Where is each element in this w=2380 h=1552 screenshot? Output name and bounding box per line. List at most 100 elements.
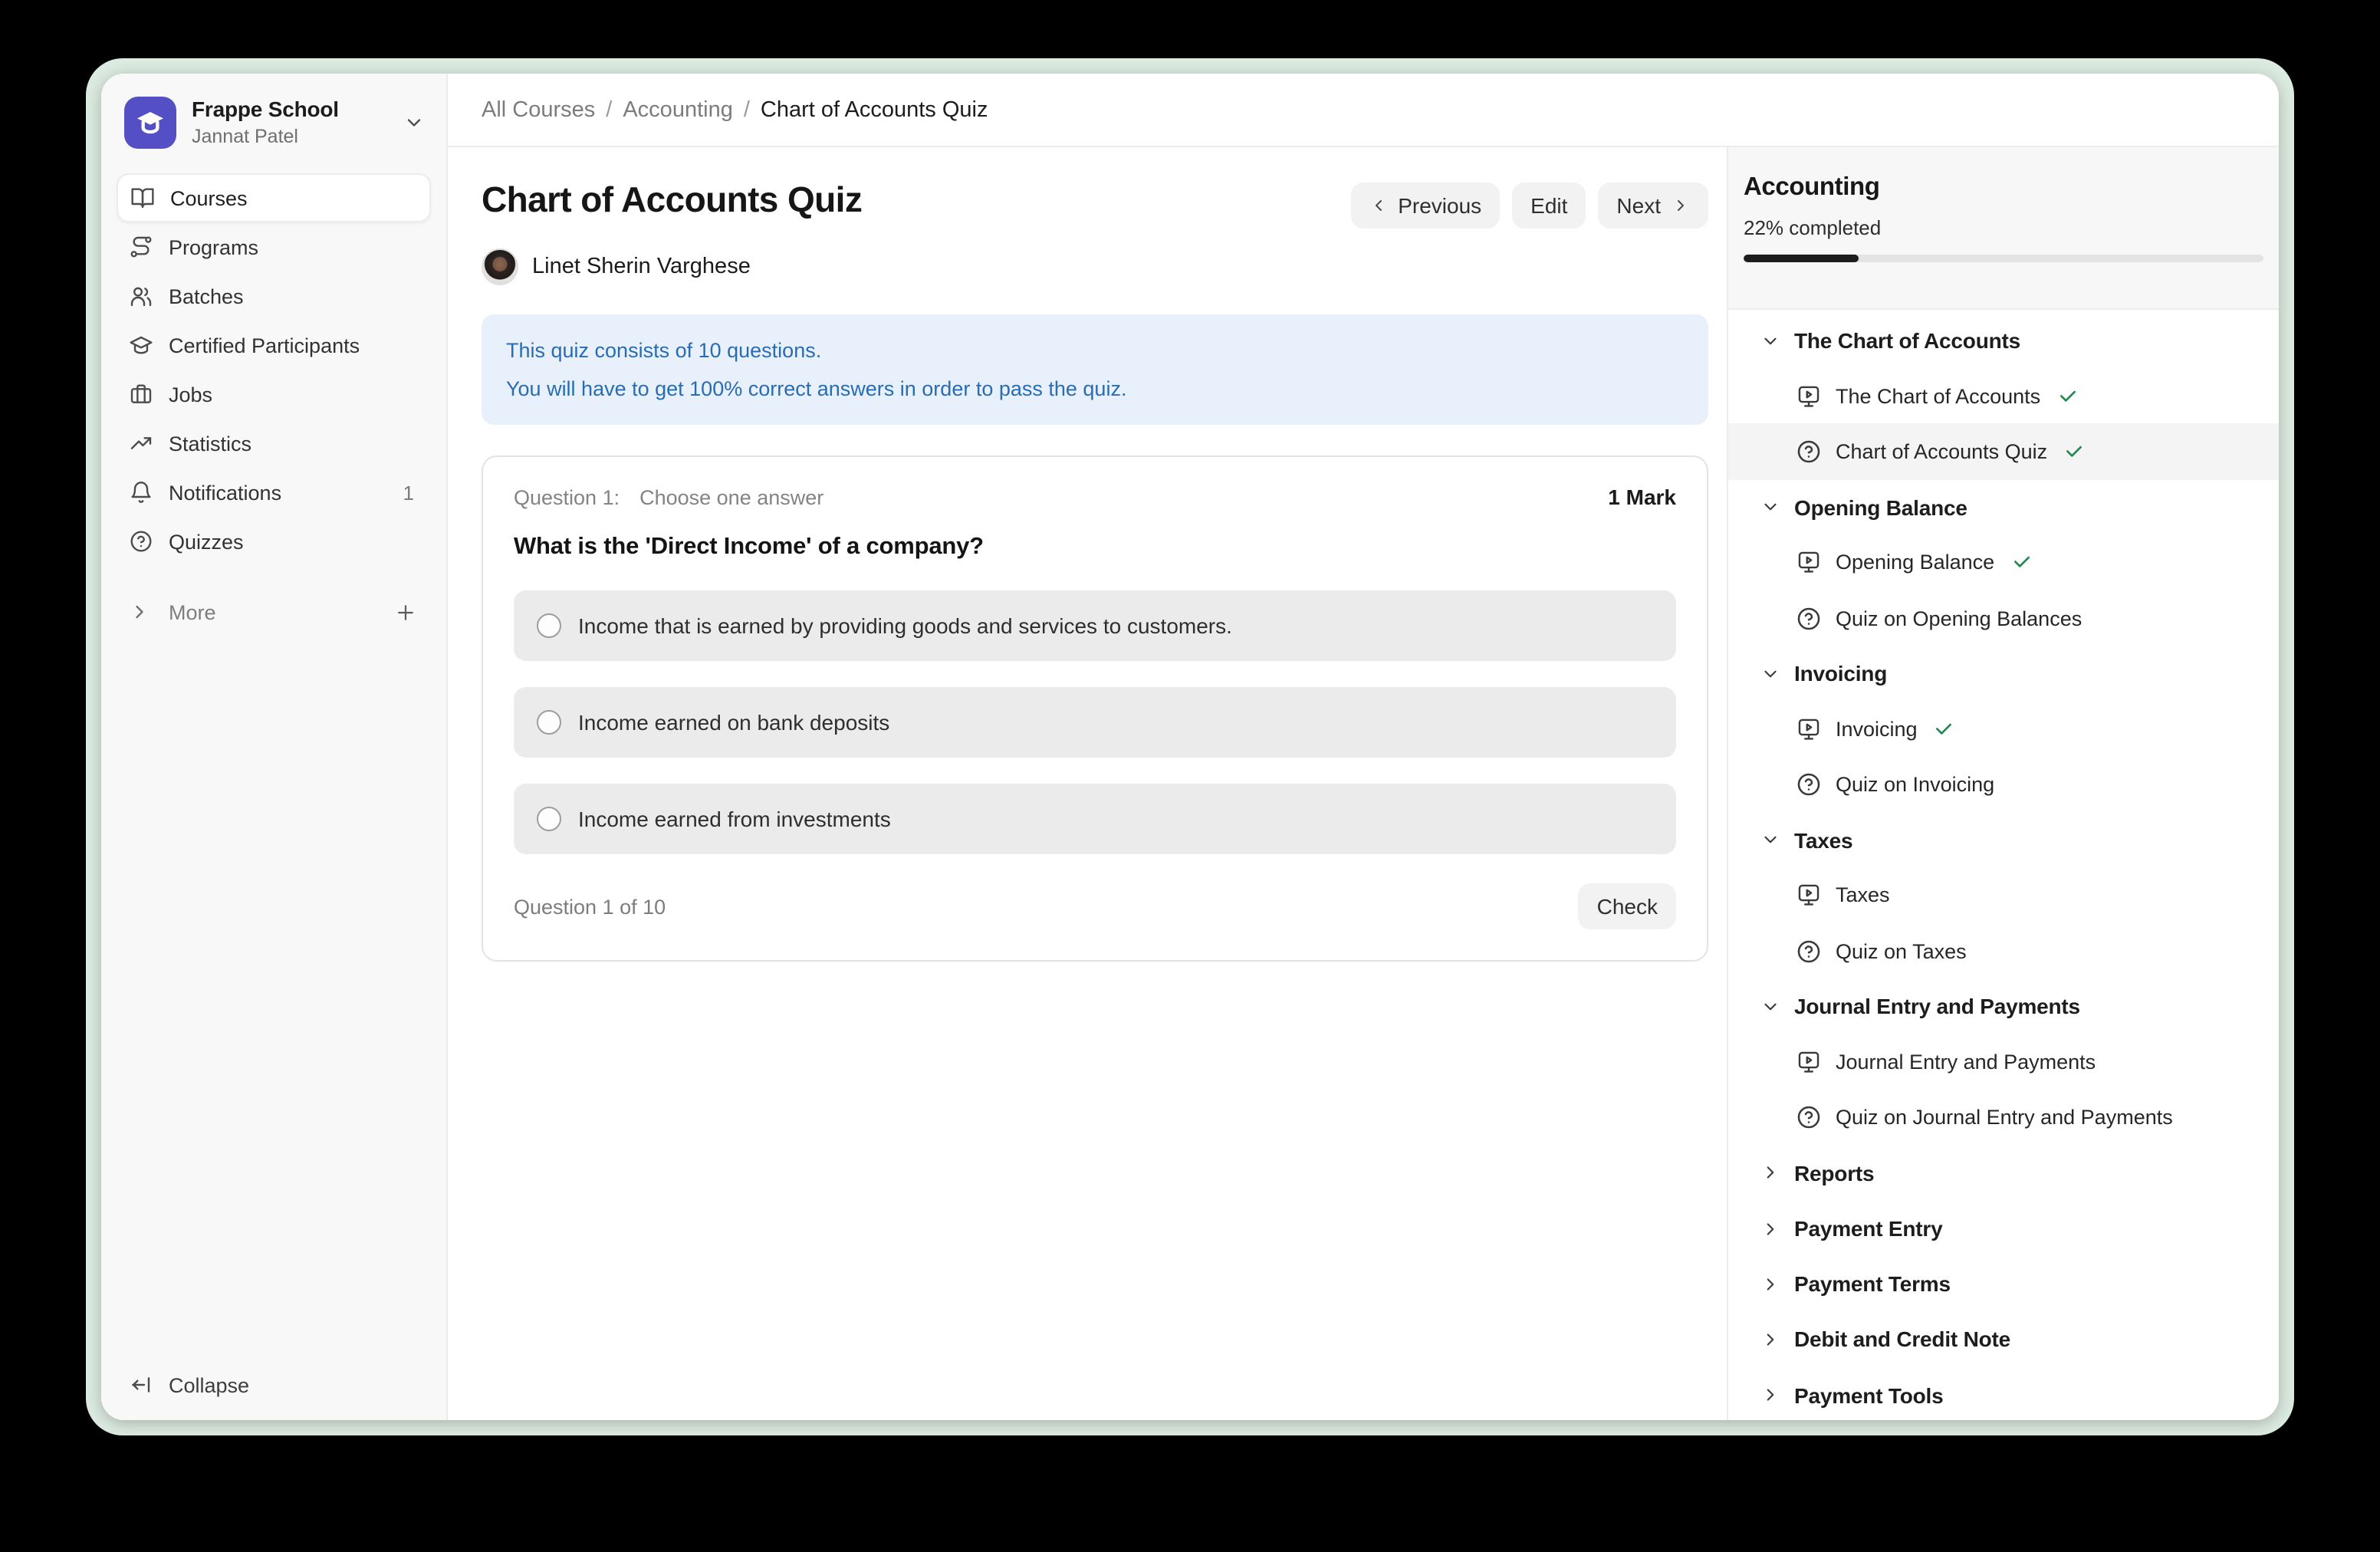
sidebar-item-quizzes[interactable]: Quizzes bbox=[117, 517, 431, 566]
help-circle-icon bbox=[1796, 938, 1822, 964]
collapse-label: Collapse bbox=[169, 1373, 249, 1396]
course-outline-list: The Chart of Accounts The Chart of Accou… bbox=[1728, 310, 2279, 1420]
outline-section-payment-terms[interactable]: Payment Terms bbox=[1728, 1256, 2279, 1311]
section-title: The Chart of Accounts bbox=[1794, 328, 2020, 353]
chevron-down-icon bbox=[1760, 997, 1780, 1017]
outline-item-quiz[interactable]: Quiz on Opening Balances bbox=[1728, 590, 2279, 646]
course-progress-bar bbox=[1744, 255, 2263, 262]
chevron-down-icon bbox=[1760, 830, 1780, 850]
chevron-right-icon bbox=[129, 601, 153, 623]
sidebar-item-label: Certified Participants bbox=[169, 334, 360, 357]
sidebar-item-certified-participants[interactable]: Certified Participants bbox=[117, 321, 431, 370]
item-label: Quiz on Taxes bbox=[1836, 939, 1967, 962]
radio-button[interactable] bbox=[537, 710, 561, 735]
notice-line: You will have to get 100% correct answer… bbox=[506, 370, 1684, 408]
sidebar-item-programs[interactable]: Programs bbox=[117, 222, 431, 271]
section-title: Journal Entry and Payments bbox=[1794, 995, 2080, 1019]
monitor-play-icon bbox=[1796, 1049, 1822, 1075]
users-icon bbox=[129, 284, 153, 308]
add-button[interactable] bbox=[394, 600, 419, 623]
next-button[interactable]: Next bbox=[1598, 182, 1708, 229]
chevron-right-icon bbox=[1760, 1385, 1780, 1405]
left-sidebar: Frappe School Jannat Patel Courses Progr bbox=[101, 74, 448, 1420]
sidebar-item-statistics[interactable]: Statistics bbox=[117, 419, 431, 468]
route-icon bbox=[129, 235, 153, 259]
item-label: Invoicing bbox=[1836, 718, 1918, 741]
item-label: Opening Balance bbox=[1836, 551, 1994, 574]
radio-button[interactable] bbox=[537, 807, 561, 831]
chevron-right-icon bbox=[1760, 1274, 1780, 1294]
header-actions: Previous Edit Next bbox=[1350, 182, 1708, 229]
radio-button[interactable] bbox=[537, 613, 561, 638]
outline-section-journal-entry[interactable]: Journal Entry and Payments bbox=[1728, 979, 2279, 1034]
check-button[interactable]: Check bbox=[1579, 883, 1676, 929]
collapse-sidebar-button[interactable]: Collapse bbox=[101, 1357, 446, 1420]
sidebar-item-label: Notifications bbox=[169, 481, 281, 504]
sidebar-more-label: More bbox=[169, 600, 216, 623]
graduation-cap-icon bbox=[129, 333, 153, 357]
answer-option-3[interactable]: Income earned from investments bbox=[514, 784, 1676, 854]
outline-section-reports[interactable]: Reports bbox=[1728, 1146, 2279, 1201]
sidebar-item-courses[interactable]: Courses bbox=[117, 173, 431, 222]
book-open-icon bbox=[130, 186, 155, 210]
answer-option-1[interactable]: Income that is earned by providing goods… bbox=[514, 590, 1676, 661]
outline-item-lesson[interactable]: Opening Balance bbox=[1728, 535, 2279, 590]
question-text: What is the 'Direct Income' of a company… bbox=[514, 534, 1676, 561]
outline-section-payment-tools[interactable]: Payment Tools bbox=[1728, 1367, 2279, 1420]
edit-button[interactable]: Edit bbox=[1512, 182, 1586, 229]
section-title: Debit and Credit Note bbox=[1794, 1327, 2010, 1352]
window-frame: Frappe School Jannat Patel Courses Progr bbox=[86, 58, 2294, 1435]
outline-item-quiz-active[interactable]: Chart of Accounts Quiz bbox=[1728, 424, 2279, 479]
sidebar-item-label: Jobs bbox=[169, 383, 212, 406]
notice-line: This quiz consists of 10 questions. bbox=[506, 331, 1684, 370]
section-title: Payment Entry bbox=[1794, 1216, 1942, 1241]
breadcrumb-all-courses[interactable]: All Courses bbox=[482, 97, 595, 122]
quiz-notice: This quiz consists of 10 questions. You … bbox=[482, 314, 1708, 425]
main-column: All Courses / Accounting / Chart of Acco… bbox=[448, 74, 2279, 1420]
outline-item-lesson[interactable]: Taxes bbox=[1728, 868, 2279, 923]
completed-check-icon bbox=[2064, 442, 2084, 462]
sidebar-item-jobs[interactable]: Jobs bbox=[117, 370, 431, 419]
breadcrumb-accounting[interactable]: Accounting bbox=[623, 97, 733, 122]
sidebar-item-notifications[interactable]: Notifications 1 bbox=[117, 468, 431, 517]
sidebar-nav: Courses Programs Batches Certified Parti… bbox=[101, 170, 446, 636]
course-progress-fill bbox=[1744, 255, 1858, 262]
section-title: Payment Tools bbox=[1794, 1383, 1944, 1407]
sidebar-item-more[interactable]: More bbox=[117, 587, 431, 636]
monitor-play-icon bbox=[1796, 383, 1822, 409]
outline-section-payment-entry[interactable]: Payment Entry bbox=[1728, 1201, 2279, 1256]
outline-section-opening-balance[interactable]: Opening Balance bbox=[1728, 479, 2279, 534]
workspace-switcher[interactable]: Frappe School Jannat Patel bbox=[101, 74, 446, 170]
breadcrumb-separator: / bbox=[744, 97, 750, 122]
chevron-down-icon bbox=[1760, 663, 1780, 683]
chevron-right-icon bbox=[1760, 1163, 1780, 1183]
outline-item-quiz[interactable]: Quiz on Invoicing bbox=[1728, 757, 2279, 812]
option-label: Income that is earned by providing goods… bbox=[578, 613, 1232, 638]
answer-options: Income that is earned by providing goods… bbox=[514, 590, 1676, 854]
outline-section-chart-of-accounts[interactable]: The Chart of Accounts bbox=[1728, 313, 2279, 368]
previous-label: Previous bbox=[1398, 193, 1481, 218]
chevron-right-icon bbox=[1672, 196, 1690, 215]
answer-option-2[interactable]: Income earned on bank deposits bbox=[514, 687, 1676, 758]
item-label: Chart of Accounts Quiz bbox=[1836, 440, 2047, 463]
outline-section-invoicing[interactable]: Invoicing bbox=[1728, 646, 2279, 701]
outline-item-quiz[interactable]: Quiz on Journal Entry and Payments bbox=[1728, 1090, 2279, 1145]
sidebar-item-batches[interactable]: Batches bbox=[117, 271, 431, 321]
outline-item-lesson[interactable]: The Chart of Accounts bbox=[1728, 368, 2279, 423]
outline-item-lesson[interactable]: Journal Entry and Payments bbox=[1728, 1034, 2279, 1090]
breadcrumb-separator: / bbox=[606, 97, 612, 122]
outline-item-lesson[interactable]: Invoicing bbox=[1728, 702, 2279, 757]
content-header: Chart of Accounts Quiz Previous Edit bbox=[482, 179, 1708, 229]
outline-section-debit-credit-note[interactable]: Debit and Credit Note bbox=[1728, 1312, 2279, 1367]
question-instruction: Choose one answer bbox=[639, 485, 823, 508]
course-progress-header: Accounting 22% completed bbox=[1728, 147, 2279, 310]
outline-item-quiz[interactable]: Quiz on Taxes bbox=[1728, 923, 2279, 978]
section-title: Reports bbox=[1794, 1161, 1874, 1185]
section-title: Invoicing bbox=[1794, 661, 1887, 686]
previous-button[interactable]: Previous bbox=[1350, 182, 1500, 229]
completed-check-icon bbox=[1935, 719, 1954, 739]
outline-section-taxes[interactable]: Taxes bbox=[1728, 812, 2279, 867]
section-title: Payment Terms bbox=[1794, 1272, 1951, 1297]
app-window: Frappe School Jannat Patel Courses Progr bbox=[101, 74, 2279, 1420]
help-circle-icon bbox=[1796, 771, 1822, 797]
